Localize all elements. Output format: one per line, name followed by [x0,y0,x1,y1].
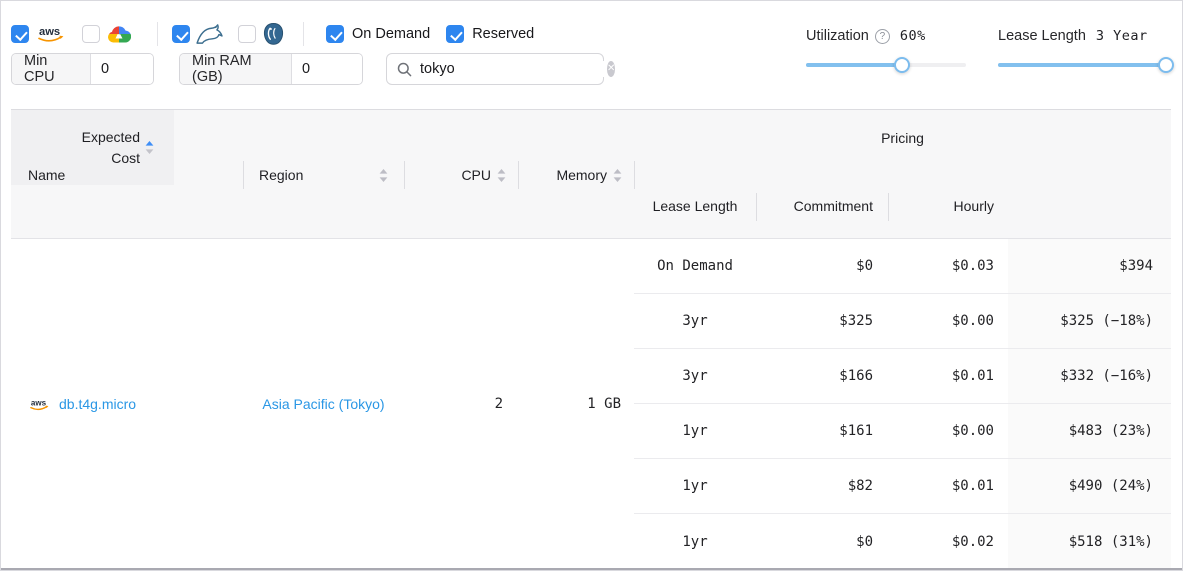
pricing-cell-expected: $325 (−18%) [1008,294,1171,348]
pricing-cell-expected: $518 (31%) [1008,514,1171,569]
pricing-cell-hourly: $0.01 [888,459,1008,513]
reserved-label: Reserved [472,26,534,42]
pricing-cell-commitment: $161 [756,404,888,458]
pricing-cell-hourly: $0.00 [888,294,1008,348]
pricing-cell-expected: $490 (24%) [1008,459,1171,513]
rds-pricing-app: aws [0,0,1183,571]
header-divider [518,161,519,189]
pricing-cell-commitment: $0 [756,239,888,293]
pricing-cell-commitment: $0 [756,514,888,569]
pricing-cell-expected: $394 [1008,239,1171,293]
mysql-logo-icon [195,23,226,46]
pricing-row: 3yr$166$0.01$332 (−16%) [634,349,1171,404]
pricing-cell-lease: 3yr [634,349,756,403]
bottom-edge [1,568,1182,570]
sort-icon [497,169,506,182]
min-ram-group: Min RAM (GB) [179,53,363,85]
utilization-slider-handle[interactable] [894,57,910,73]
lease-length-slider[interactable] [998,63,1166,67]
on-demand-checkbox[interactable] [326,25,344,43]
utilization-slider[interactable] [806,63,966,67]
filter-checkbox-bar: aws [11,24,534,44]
column-header-lease-length: Lease Length [634,188,756,224]
pricing-cell-lease: 1yr [634,514,756,569]
memory-value: 1 GB [518,396,634,412]
svg-text:aws: aws [31,398,47,407]
header-divider [404,161,405,189]
search-box: ✕ [386,53,604,85]
header-divider [634,161,635,189]
pricing-cell-lease: 3yr [634,294,756,348]
aws-logo-icon: aws [35,24,67,44]
table-body: aws db.t4g.micro Asia Pacific (Tokyo) 2 … [11,239,1171,569]
pricing-cell-expected: $332 (−16%) [1008,349,1171,403]
lease-length-control: Lease Length 3 Year [998,28,1166,67]
region-link[interactable]: Asia Pacific (Tokyo) [243,396,404,412]
pricing-cell-hourly: $0.01 [888,349,1008,403]
instance-name-cell: aws db.t4g.micro [11,396,243,412]
search-input[interactable] [420,61,607,77]
column-header-cpu[interactable]: CPU [404,160,518,190]
instances-table: Pricing Name Region CPU Memory Lease Len… [11,109,1171,568]
clear-icon[interactable]: ✕ [607,61,615,77]
pricing-cell-hourly: $0.02 [888,514,1008,569]
min-ram-label: Min RAM (GB) [180,54,292,84]
toolbar-divider [303,22,304,46]
postgresql-checkbox[interactable] [238,25,256,43]
aws-checkbox[interactable] [11,25,29,43]
reserved-checkbox[interactable] [446,25,464,43]
pricing-cell-hourly: $0.00 [888,404,1008,458]
pricing-cell-commitment: $166 [756,349,888,403]
min-cpu-input[interactable] [91,54,153,84]
lease-length-label: Lease Length [998,28,1086,44]
pricing-rows: On Demand$0$0.03$3943yr$325$0.00$325 (−1… [634,239,1171,569]
column-header-commitment: Commitment [756,188,888,224]
sort-icon [379,169,388,182]
min-cpu-label: Min CPU [12,54,91,84]
pricing-cell-lease: On Demand [634,239,756,293]
pricing-row: 1yr$161$0.00$483 (23%) [634,404,1171,459]
utilization-label: Utilization [806,28,869,44]
pricing-cell-hourly: $0.03 [888,239,1008,293]
pricing-group-header: Pricing [634,124,1171,152]
pricing-cell-commitment: $82 [756,459,888,513]
column-header-memory[interactable]: Memory [518,160,634,190]
instance-row: aws db.t4g.micro Asia Pacific (Tokyo) 2 … [11,239,634,569]
instance-name-link[interactable]: db.t4g.micro [59,396,136,412]
pricing-row: On Demand$0$0.03$394 [634,239,1171,294]
on-demand-label: On Demand [352,26,430,42]
min-cpu-group: Min CPU [11,53,154,85]
mysql-checkbox[interactable] [172,25,190,43]
pricing-row: 1yr$0$0.02$518 (31%) [634,514,1171,569]
help-icon[interactable]: ? [875,29,890,44]
column-header-hourly: Hourly [888,188,1008,224]
lease-length-slider-handle[interactable] [1158,57,1174,73]
column-header-region[interactable]: Region [243,160,404,190]
gcp-logo-icon [107,25,131,44]
pricing-cell-expected: $483 (23%) [1008,404,1171,458]
table-header: Pricing Name Region CPU Memory Lease Len… [11,110,1171,239]
gcp-checkbox[interactable] [82,25,100,43]
pricing-row: 1yr$82$0.01$490 (24%) [634,459,1171,514]
header-divider [243,161,244,189]
svg-text:aws: aws [39,26,60,38]
utilization-control: Utilization ? 60% [806,28,966,67]
pricing-cell-lease: 1yr [634,404,756,458]
utilization-value: 60% [900,28,926,44]
pricing-cell-commitment: $325 [756,294,888,348]
column-header-name: Name [11,160,243,190]
header-divider [888,193,889,221]
sort-asc-active-icon [145,141,154,154]
lease-length-value: 3 Year [1096,28,1148,44]
pricing-cell-lease: 1yr [634,459,756,513]
aws-logo-icon: aws [28,397,51,412]
header-divider [756,193,757,221]
min-ram-input[interactable] [292,54,362,84]
pricing-row: 3yr$325$0.00$325 (−18%) [634,294,1171,349]
sort-icon [613,169,622,182]
search-icon [397,62,412,77]
postgresql-logo-icon [262,22,285,46]
cpu-value: 2 [404,396,518,412]
toolbar-divider [157,22,158,46]
